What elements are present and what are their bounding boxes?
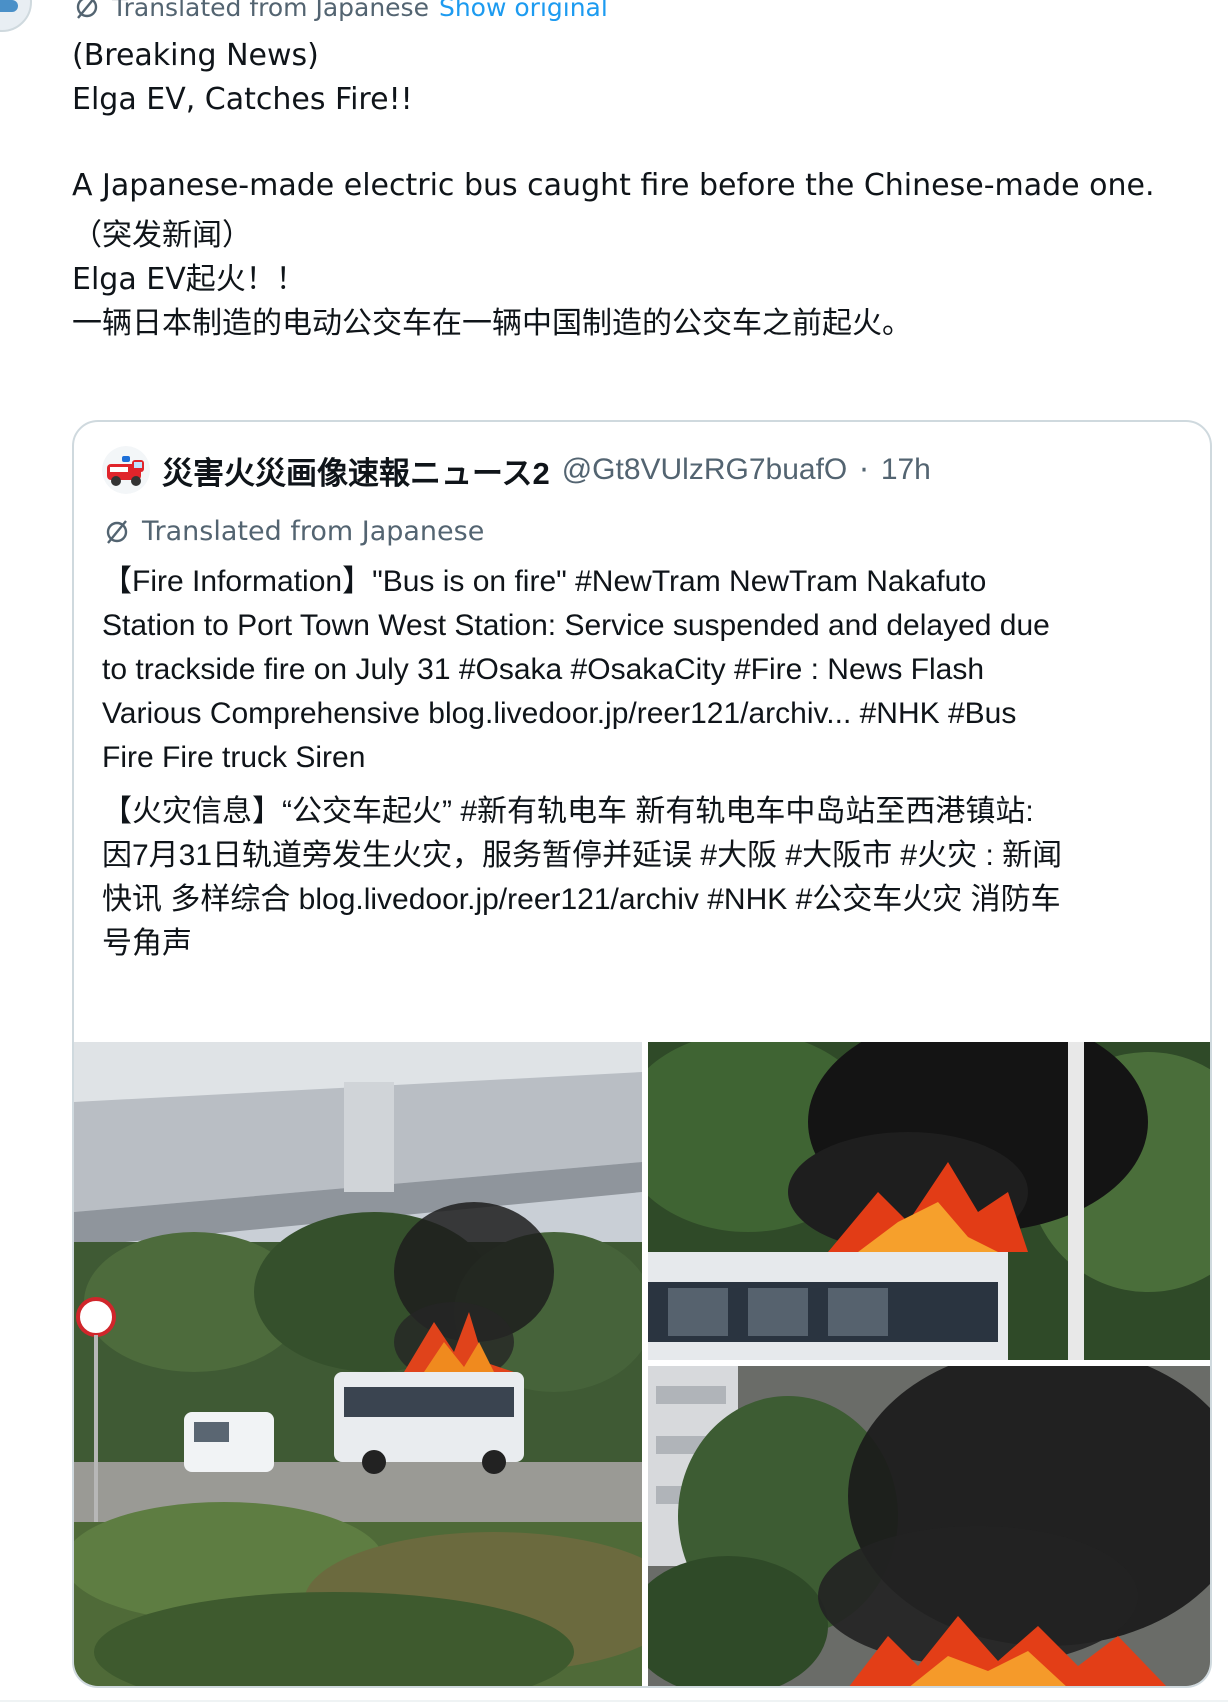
media-grid — [74, 1042, 1210, 1686]
translation-notice: Translated from Japanese Show original — [72, 0, 608, 24]
quote-author-name[interactable]: 災害火災画像速報ニュース2 — [162, 448, 550, 493]
post-line: Elga EV, Catches Fire!! — [72, 82, 413, 117]
quote-body: 【Fire Information】"Bus is on fire" #NewT… — [102, 560, 1192, 966]
fire-truck-avatar-icon[interactable] — [102, 446, 150, 494]
post-body: (Breaking News) Elga EV, Catches Fire!! … — [72, 34, 1192, 346]
quote-line-zh: 【火灾信息】“公交车起火” #新有轨电车 新有轨电车中岛站至西港镇站: — [102, 795, 1034, 828]
bus-fire-photo-wide[interactable] — [74, 1042, 642, 1686]
post-line: （突发新闻） — [72, 218, 252, 253]
post-line: A Japanese-made electric bus caught fire… — [72, 168, 1155, 203]
quote-line-en: Station to Port Town West Station: Servi… — [102, 609, 1050, 642]
post-line: Elga EV起火！！ — [72, 262, 306, 297]
divider — [0, 1700, 1228, 1702]
quote-line-en: Fire Fire truck Siren — [102, 741, 366, 774]
post-line: 一辆日本制造的电动公交车在一辆中国制造的公交车之前起火。 — [72, 306, 912, 341]
translate-icon — [106, 519, 128, 544]
quote-author-handle[interactable]: @Gt8VUlzRG7buafO — [562, 453, 848, 487]
bus-fire-photo-closeup[interactable] — [648, 1042, 1210, 1360]
quote-line-zh: 号角声 — [102, 927, 192, 960]
quote-translation-notice: Translated from Japanese — [102, 516, 484, 547]
translate-icon — [76, 0, 98, 19]
quoted-tweet-card[interactable]: 災害火災画像速報ニュース2 @Gt8VUlzRG7buafO · 17h Tra… — [72, 420, 1212, 1688]
quote-translated-label: Translated from Japanese — [142, 516, 485, 547]
quote-line-en: 【Fire Information】"Bus is on fire" #NewT… — [102, 565, 987, 598]
quote-header: 災害火災画像速報ニュース2 @Gt8VUlzRG7buafO · 17h — [102, 446, 931, 494]
quote-timestamp[interactable]: 17h — [881, 453, 931, 487]
bus-fire-photo-smoke[interactable] — [648, 1366, 1210, 1686]
quote-line-en: to trackside fire on July 31 #Osaka #Osa… — [102, 653, 985, 686]
post-line — [72, 122, 1192, 166]
show-original-link[interactable]: Show original — [439, 0, 608, 22]
quote-line-zh: 快讯 多样综合 blog.livedoor.jp/reer121/archiv … — [102, 883, 1061, 916]
poster-avatar[interactable] — [0, 0, 32, 32]
separator-dot: · — [859, 452, 869, 488]
translated-label: Translated from Japanese — [112, 0, 429, 22]
quote-line-en: Various Comprehensive blog.livedoor.jp/r… — [102, 697, 1017, 730]
quote-line-zh: 因7月31日轨道旁发生火灾，服务暂停并延误 #大阪 #大阪市 #火灾 : 新闻 — [102, 839, 1063, 872]
post-line: (Breaking News) — [72, 38, 319, 73]
